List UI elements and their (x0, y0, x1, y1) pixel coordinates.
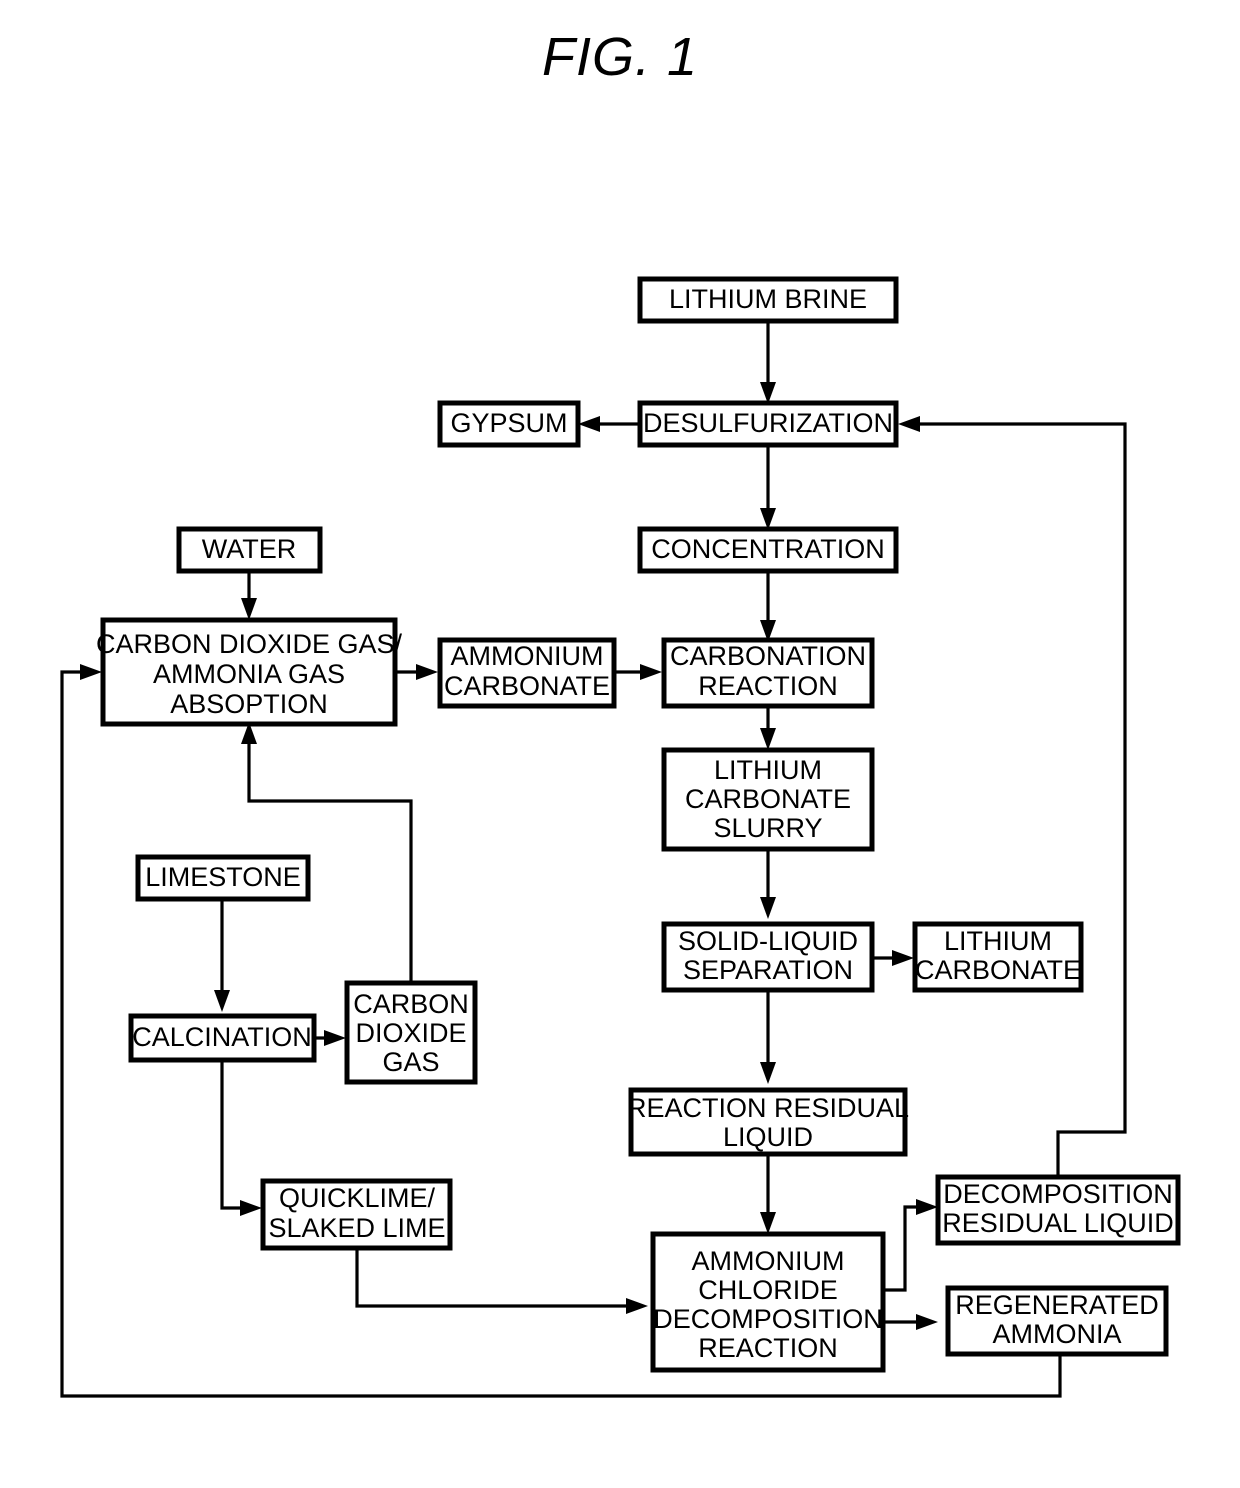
edge-slurry-to-solid-liquid-separation (760, 849, 776, 919)
edge-quicklime-to-decomposition-reaction (355, 1248, 648, 1314)
process-flow-diagram: LITHIUM BRINE DESULFURIZATION GYPSUM CON… (60, 276, 1181, 1398)
node-quicklime-slaked-lime[interactable]: QUICKLIME/ SLAKED LIME (260, 1178, 453, 1251)
node-label-decomp-reaction-line-4: REACTION (698, 1333, 838, 1363)
node-label-regenerated-ammonia-line-1: REGENERATED (955, 1290, 1159, 1320)
node-label-decomp-residual-line-1: DECOMPOSITION (943, 1179, 1173, 1209)
edge-concentration-to-carbonation-reaction (760, 570, 776, 642)
node-limestone[interactable]: LIMESTONE (135, 854, 311, 902)
node-label-water: WATER (202, 534, 297, 564)
node-water[interactable]: WATER (176, 526, 323, 574)
node-carbon-dioxide-gas[interactable]: CARBON DIOXIDE GAS (344, 980, 478, 1085)
node-label-separation-line-2: SEPARATION (683, 955, 853, 985)
node-label-carbon-dioxide-gas-line-2: DIOXIDE (355, 1018, 466, 1048)
node-calcination[interactable]: CALCINATION (128, 1013, 317, 1063)
edge-desulfurization-to-gypsum (578, 416, 638, 432)
edge-decomposition-reaction-to-regenerated-ammonia (883, 1314, 938, 1330)
node-label-slurry-line-3: SLURRY (713, 813, 822, 843)
node-label-lithium-carbonate-line-2: CARBONATE (915, 955, 1081, 985)
node-label-lithium-brine: LITHIUM BRINE (669, 284, 867, 314)
node-lithium-brine[interactable]: LITHIUM BRINE (637, 276, 899, 324)
node-label-quicklime-line-2: SLAKED LIME (268, 1213, 445, 1243)
node-co2-ammonia-absorption[interactable]: CARBON DIOXIDE GAS/ AMMONIA GAS ABSOPTIO… (96, 617, 403, 727)
node-label-gypsum: GYPSUM (450, 408, 567, 438)
node-label-limestone: LIMESTONE (145, 862, 301, 892)
node-label-separation-line-1: SOLID-LIQUID (678, 926, 858, 956)
node-label-slurry-line-1: LITHIUM (714, 755, 822, 785)
node-label-ammonium-carbonate-line-2: CARBONATE (444, 671, 610, 701)
node-lithium-carbonate-slurry[interactable]: LITHIUM CARBONATE SLURRY (661, 747, 875, 852)
edge-desulfurization-to-concentration (760, 446, 776, 530)
edge-reaction-residual-liquid-to-decomposition-reaction (760, 1154, 776, 1234)
edge-lithium-brine-to-desulfurization (760, 320, 776, 404)
node-label-ammonium-carbonate-line-1: AMMONIUM (451, 641, 604, 671)
node-label-concentration: CONCENTRATION (651, 534, 885, 564)
node-label-carbonation-reaction-line-2: REACTION (698, 671, 838, 701)
edge-absorption-to-ammonium-carbonate (396, 664, 438, 680)
node-label-calcination: CALCINATION (132, 1022, 312, 1052)
node-label-absorption-line-1: CARBON DIOXIDE GAS/ (96, 629, 403, 659)
node-label-decomp-reaction-line-3: DECOMPOSITION (653, 1304, 883, 1334)
node-desulfurization[interactable]: DESULFURIZATION (637, 400, 899, 448)
node-label-decomp-reaction-line-2: CHLORIDE (698, 1275, 838, 1305)
node-label-carbon-dioxide-gas-line-3: GAS (382, 1047, 439, 1077)
node-label-decomp-reaction-line-1: AMMONIUM (692, 1246, 845, 1276)
edge-calcination-to-carbon-dioxide-gas (314, 1030, 346, 1046)
node-label-carbon-dioxide-gas-line-1: CARBON (353, 989, 469, 1019)
edge-carbonation-reaction-to-slurry (760, 706, 776, 750)
node-regenerated-ammonia[interactable]: REGENERATED AMMONIA (945, 1285, 1169, 1357)
edge-water-to-absorption (241, 570, 257, 620)
node-label-quicklime-line-1: QUICKLIME/ (279, 1183, 436, 1213)
node-carbonation-reaction[interactable]: CARBONATION REACTION (661, 637, 875, 709)
node-label-absorption-line-2: AMMONIA GAS (153, 659, 345, 689)
node-ammonium-carbonate[interactable]: AMMONIUM CARBONATE (437, 637, 617, 709)
node-label-absorption-line-3: ABSOPTION (170, 689, 328, 719)
edge-decomposition-reaction-to-decomposition-residual-liquid (883, 1199, 938, 1292)
node-label-decomp-residual-line-2: RESIDUAL LIQUID (942, 1208, 1174, 1238)
node-ammonium-chloride-decomposition-reaction[interactable]: AMMONIUM CHLORIDE DECOMPOSITION REACTION (650, 1231, 886, 1373)
node-decomposition-residual-liquid[interactable]: DECOMPOSITION RESIDUAL LIQUID (935, 1174, 1181, 1246)
node-label-carbonation-reaction-line-1: CARBONATION (670, 641, 866, 671)
node-lithium-carbonate[interactable]: LITHIUM CARBONATE (912, 921, 1084, 993)
edge-separation-to-reaction-residual-liquid (760, 988, 776, 1084)
edge-limestone-to-calcination (214, 898, 230, 1012)
node-label-regenerated-ammonia-line-2: AMMONIA (992, 1319, 1121, 1349)
node-label-reaction-residual-liquid-line-2: LIQUID (723, 1122, 813, 1152)
node-label-slurry-line-2: CARBONATE (685, 784, 851, 814)
node-reaction-residual-liquid[interactable]: REACTION RESIDUAL LIQUID (627, 1087, 909, 1157)
node-concentration[interactable]: CONCENTRATION (637, 526, 899, 574)
edge-ammonium-carbonate-to-carbonation-reaction (614, 664, 662, 680)
node-label-reaction-residual-liquid-line-1: REACTION RESIDUAL (627, 1093, 909, 1123)
edge-calcination-to-quicklime (220, 1060, 262, 1216)
node-label-lithium-carbonate-line-1: LITHIUM (944, 926, 1052, 956)
node-label-desulfurization: DESULFURIZATION (643, 408, 893, 438)
node-gypsum[interactable]: GYPSUM (437, 400, 581, 448)
edge-decomposition-residual-liquid-to-desulfurization (898, 416, 1127, 1177)
edge-separation-to-lithium-carbonate (872, 950, 914, 966)
node-solid-liquid-separation[interactable]: SOLID-LIQUID SEPARATION (661, 921, 875, 993)
